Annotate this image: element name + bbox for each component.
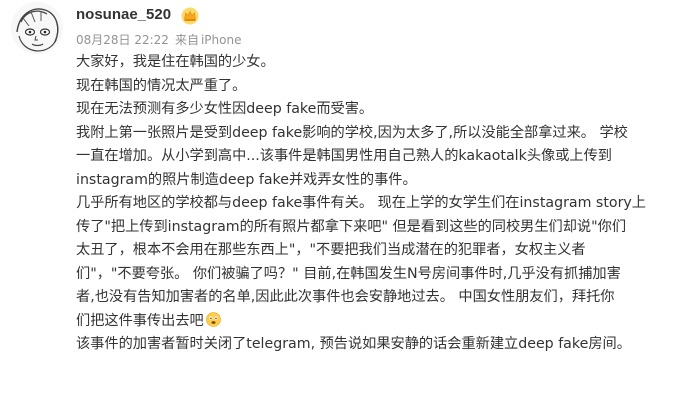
post-line: 我附上第一张照片是受到deep fake影响的学校,因为太多了,所以没能全部拿过… bbox=[76, 124, 628, 141]
post-line-text: 们把这件事传出去吧 bbox=[76, 312, 204, 329]
username[interactable]: nosunae_520 bbox=[76, 6, 171, 23]
post-line: 传了"把上传到instagram的所有照片都拿下来吧" 但是看到这些的同校男生们… bbox=[76, 218, 627, 235]
source-label: 来自 bbox=[174, 33, 199, 47]
post-meta: 08月28日 22:22 来自 iPhone bbox=[76, 31, 241, 48]
avatar[interactable] bbox=[11, 2, 63, 54]
sad-face-emoji-icon bbox=[205, 311, 221, 327]
post-line: 几乎所有地区的学校都与deep fake事件有关。 现在上学的女学生们在inst… bbox=[76, 195, 646, 211]
source-device[interactable]: iPhone bbox=[201, 33, 242, 47]
post-line: instagram的照片制造deep fake并戏弄女性的事件。 bbox=[76, 171, 417, 188]
post-line: 太丑了，根本不会用在那些东西上"，"不要把我们当成潜在的犯罪者，女权主义者 bbox=[76, 242, 586, 258]
vip-crown-icon[interactable] bbox=[181, 7, 199, 25]
post-line-with-emoji: 们把这件事传出去吧 bbox=[76, 310, 676, 334]
post-line: 大家好，我是住在韩国的少女。 bbox=[76, 54, 275, 70]
post-line: 该事件的加害者暂时关闭了telegram, 预告说如果安静的话会重新建立deep… bbox=[76, 336, 631, 352]
post-time[interactable]: 08月28日 22:22 bbox=[76, 33, 169, 47]
post-line: 者,也没有告知加害者的名单,因此此次事件也会安静地过去。 中国女性朋友们，拜托你 bbox=[76, 289, 615, 305]
post-content: 大家好，我是住在韩国的少女。 现在韩国的情况太严重了。 现在无法预测有多少女性因… bbox=[76, 51, 676, 357]
post-line: 现在无法预测有多少女性因deep fake而受害。 bbox=[76, 101, 374, 117]
post-line: 一直在增加。从小学到高中...该事件是韩国男性用自己熟人的kakaotalk头像… bbox=[76, 148, 612, 164]
weibo-post: nosunae_520 08月28日 22:22 来自 iPhone 大家好，我是住… bbox=[0, 0, 683, 409]
post-line: 们"，"不要夸张。 你们被骗了吗？" 目前,在韩国发生N号房间事件时,几乎没有抓… bbox=[76, 265, 621, 282]
avatar-sketch-icon bbox=[11, 2, 63, 54]
post-line: 现在韩国的情况太严重了。 bbox=[76, 77, 247, 94]
